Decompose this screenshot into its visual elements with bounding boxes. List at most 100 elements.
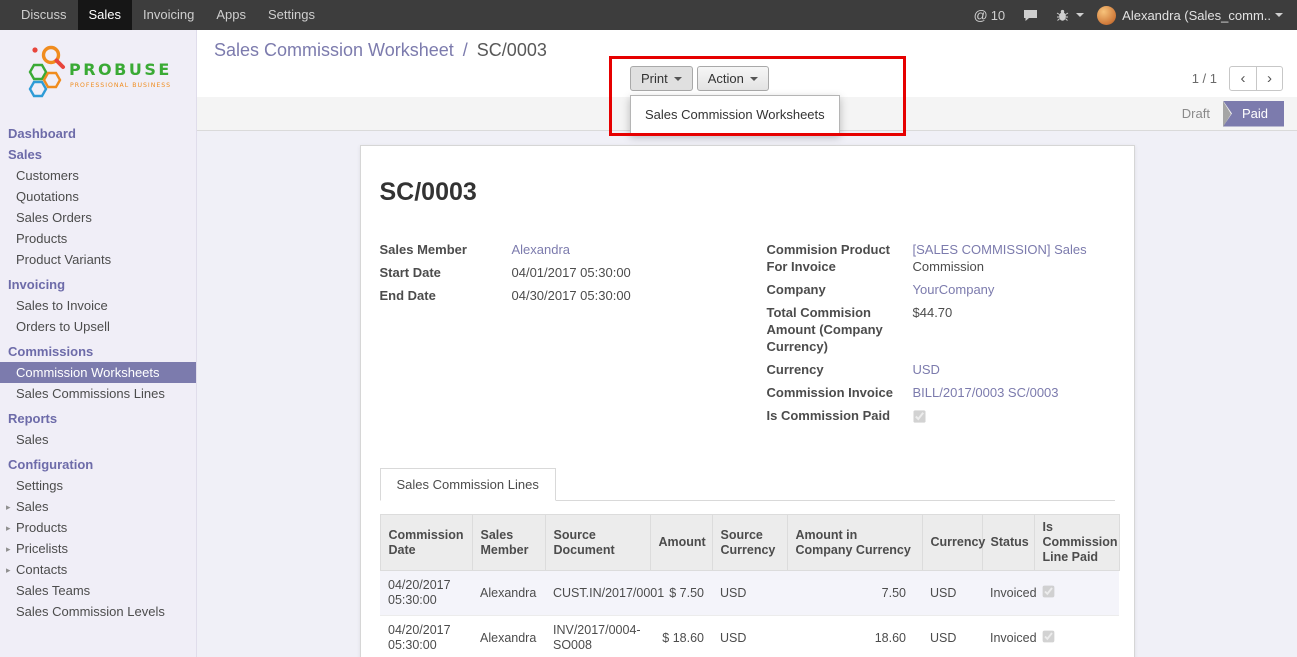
- cell-amount: $ 18.60: [650, 616, 712, 657]
- cell-currency: USD: [922, 571, 982, 616]
- app-menus: Discuss Sales Invoicing Apps Settings: [0, 0, 326, 30]
- dropdown-item-sales-commission-worksheets[interactable]: Sales Commission Worksheets: [631, 101, 839, 128]
- is-commission-paid-checkbox: [913, 409, 925, 423]
- menu-sales[interactable]: Sales: [78, 0, 133, 30]
- col-header-commission-date[interactable]: Commission Date: [380, 515, 472, 571]
- col-header-sales-member[interactable]: Sales Member: [472, 515, 545, 571]
- pager-counter: 1 / 1: [1192, 71, 1217, 86]
- sidebar-item-reports-sales[interactable]: Sales: [0, 429, 196, 450]
- sidebar-header-dashboard[interactable]: Dashboard: [0, 123, 196, 144]
- print-button-label: Print: [641, 71, 668, 86]
- record-title: SC/0003: [380, 178, 1115, 207]
- field-value-currency[interactable]: USD: [913, 361, 940, 378]
- user-menu[interactable]: Alexandra (Sales_comm..: [1093, 6, 1287, 25]
- line-paid-checkbox: [1043, 585, 1055, 597]
- caret-down-icon: [1076, 13, 1084, 17]
- field-label-start-date: Start Date: [380, 264, 512, 281]
- cell-currency: USD: [922, 616, 982, 657]
- menu-apps[interactable]: Apps: [205, 0, 257, 30]
- cell-company-amount: 18.60: [787, 616, 922, 657]
- form-group-left: Sales Member Alexandra Start Date 04/01/…: [380, 241, 767, 430]
- sidebar-item-customers[interactable]: Customers: [0, 165, 196, 186]
- field-label-total-commission: Total Commision Amount (Company Currency…: [767, 304, 913, 355]
- col-header-source-currency[interactable]: Source Currency: [712, 515, 787, 571]
- sidebar-item-config-contacts[interactable]: ▸ Contacts: [0, 559, 196, 580]
- cell-status: Invoiced: [982, 571, 1034, 616]
- col-header-status[interactable]: Status: [982, 515, 1034, 571]
- caret-down-icon: [750, 77, 758, 81]
- col-header-currency[interactable]: Currency: [922, 515, 982, 571]
- cell-source-currency: USD: [712, 616, 787, 657]
- sidebar-item-sales-orders[interactable]: Sales Orders: [0, 207, 196, 228]
- sidebar-item-orders-to-upsell[interactable]: Orders to Upsell: [0, 316, 196, 337]
- status-draft[interactable]: Draft: [1169, 101, 1223, 127]
- sidebar-header-commissions[interactable]: Commissions: [0, 341, 196, 362]
- col-header-amount[interactable]: Amount: [650, 515, 712, 571]
- field-value-end-date: 04/30/2017 05:30:00: [512, 287, 631, 304]
- field-label-currency: Currency: [767, 361, 913, 378]
- company-logo: PROBUSE PROFESSIONAL BUSINESS: [0, 30, 196, 111]
- cell-source-document: CUST.IN/2017/0001: [545, 571, 650, 616]
- sidebar-item-config-sales[interactable]: ▸ Sales: [0, 496, 196, 517]
- sidebar-header-invoicing[interactable]: Invoicing: [0, 274, 196, 295]
- status-paid[interactable]: Paid: [1223, 101, 1284, 127]
- field-label-is-commission-paid: Is Commission Paid: [767, 407, 913, 424]
- sidebar-item-product-variants[interactable]: Product Variants: [0, 249, 196, 270]
- col-header-amount-company-currency[interactable]: Amount in Company Currency: [787, 515, 922, 571]
- menu-settings[interactable]: Settings: [257, 0, 326, 30]
- pager: 1 / 1 ‹ ›: [1192, 66, 1283, 91]
- sidebar-item-sales-teams[interactable]: Sales Teams: [0, 580, 196, 601]
- table-row[interactable]: 04/20/2017 05:30:00 Alexandra INV/2017/0…: [380, 616, 1119, 657]
- sidebar-header-sales[interactable]: Sales: [0, 144, 196, 165]
- tab-sales-commission-lines[interactable]: Sales Commission Lines: [380, 468, 556, 501]
- messages-button[interactable]: [1014, 0, 1047, 30]
- menu-invoicing[interactable]: Invoicing: [132, 0, 205, 30]
- sidebar-item-config-products[interactable]: ▸ Products: [0, 517, 196, 538]
- caret-down-icon: [1275, 13, 1283, 17]
- main-content: Sales Commission Worksheet / SC/0003 Pri…: [197, 30, 1297, 657]
- sidebar-item-config-pricelists[interactable]: ▸ Pricelists: [0, 538, 196, 559]
- sidebar-header-configuration[interactable]: Configuration: [0, 454, 196, 475]
- sidebar-item-config-settings[interactable]: Settings: [0, 475, 196, 496]
- field-label-sales-member: Sales Member: [380, 241, 512, 258]
- field-value-commission-invoice[interactable]: BILL/2017/0003 SC/0003: [913, 384, 1059, 401]
- logo-subtitle: PROFESSIONAL BUSINESS: [70, 82, 171, 89]
- action-button-label: Action: [708, 71, 744, 86]
- col-header-source-document[interactable]: Source Document: [545, 515, 650, 571]
- sidebar-item-sales-commissions-lines[interactable]: Sales Commissions Lines: [0, 383, 196, 404]
- chat-bubble-icon: [1023, 9, 1038, 22]
- pager-previous-button[interactable]: ‹: [1230, 67, 1256, 90]
- sidebar-item-sales-commission-levels[interactable]: Sales Commission Levels: [0, 601, 196, 622]
- print-button[interactable]: Print: [630, 66, 693, 91]
- sidebar-item-quotations[interactable]: Quotations: [0, 186, 196, 207]
- breadcrumb-parent-link[interactable]: Sales Commission Worksheet: [214, 40, 454, 60]
- col-header-is-commission-line-paid[interactable]: Is Commission Line Paid: [1034, 515, 1119, 571]
- print-dropdown-menu: Sales Commission Worksheets: [630, 95, 840, 134]
- mentions-counter[interactable]: @ 10: [964, 0, 1014, 30]
- field-value-company[interactable]: YourCompany: [913, 281, 995, 298]
- field-value-sales-member[interactable]: Alexandra: [512, 241, 571, 258]
- sidebar-item-label: Sales: [16, 499, 49, 514]
- expand-arrow-icon: ▸: [6, 562, 11, 579]
- sidebar-item-label: Pricelists: [16, 541, 68, 556]
- sidebar-item-label: Contacts: [16, 562, 67, 577]
- cell-status: Invoiced: [982, 616, 1034, 657]
- table-header-row: Commission Date Sales Member Source Docu…: [380, 515, 1119, 571]
- sidebar-item-products[interactable]: Products: [0, 228, 196, 249]
- menu-discuss[interactable]: Discuss: [10, 0, 78, 30]
- form-group-right: Commision Product For Invoice [SALES COM…: [767, 241, 1115, 430]
- pager-next-button[interactable]: ›: [1256, 67, 1282, 90]
- sidebar-header-reports[interactable]: Reports: [0, 408, 196, 429]
- sidebar-nav: Dashboard Sales Customers Quotations Sal…: [0, 123, 196, 622]
- sidebar-item-commission-worksheets[interactable]: Commission Worksheets: [0, 362, 196, 383]
- sidebar-item-sales-to-invoice[interactable]: Sales to Invoice: [0, 295, 196, 316]
- table-row[interactable]: 04/20/2017 05:30:00 Alexandra CUST.IN/20…: [380, 571, 1119, 616]
- avatar: [1097, 6, 1116, 25]
- control-panel: Sales Commission Worksheet / SC/0003 Pri…: [197, 30, 1297, 97]
- form-fields: Sales Member Alexandra Start Date 04/01/…: [380, 241, 1115, 430]
- field-label-end-date: End Date: [380, 287, 512, 304]
- line-paid-checkbox: [1043, 630, 1055, 642]
- action-button[interactable]: Action: [697, 66, 769, 91]
- debug-menu-button[interactable]: [1047, 0, 1093, 30]
- field-value-commission-product[interactable]: [SALES COMMISSION] Sales: [913, 242, 1087, 257]
